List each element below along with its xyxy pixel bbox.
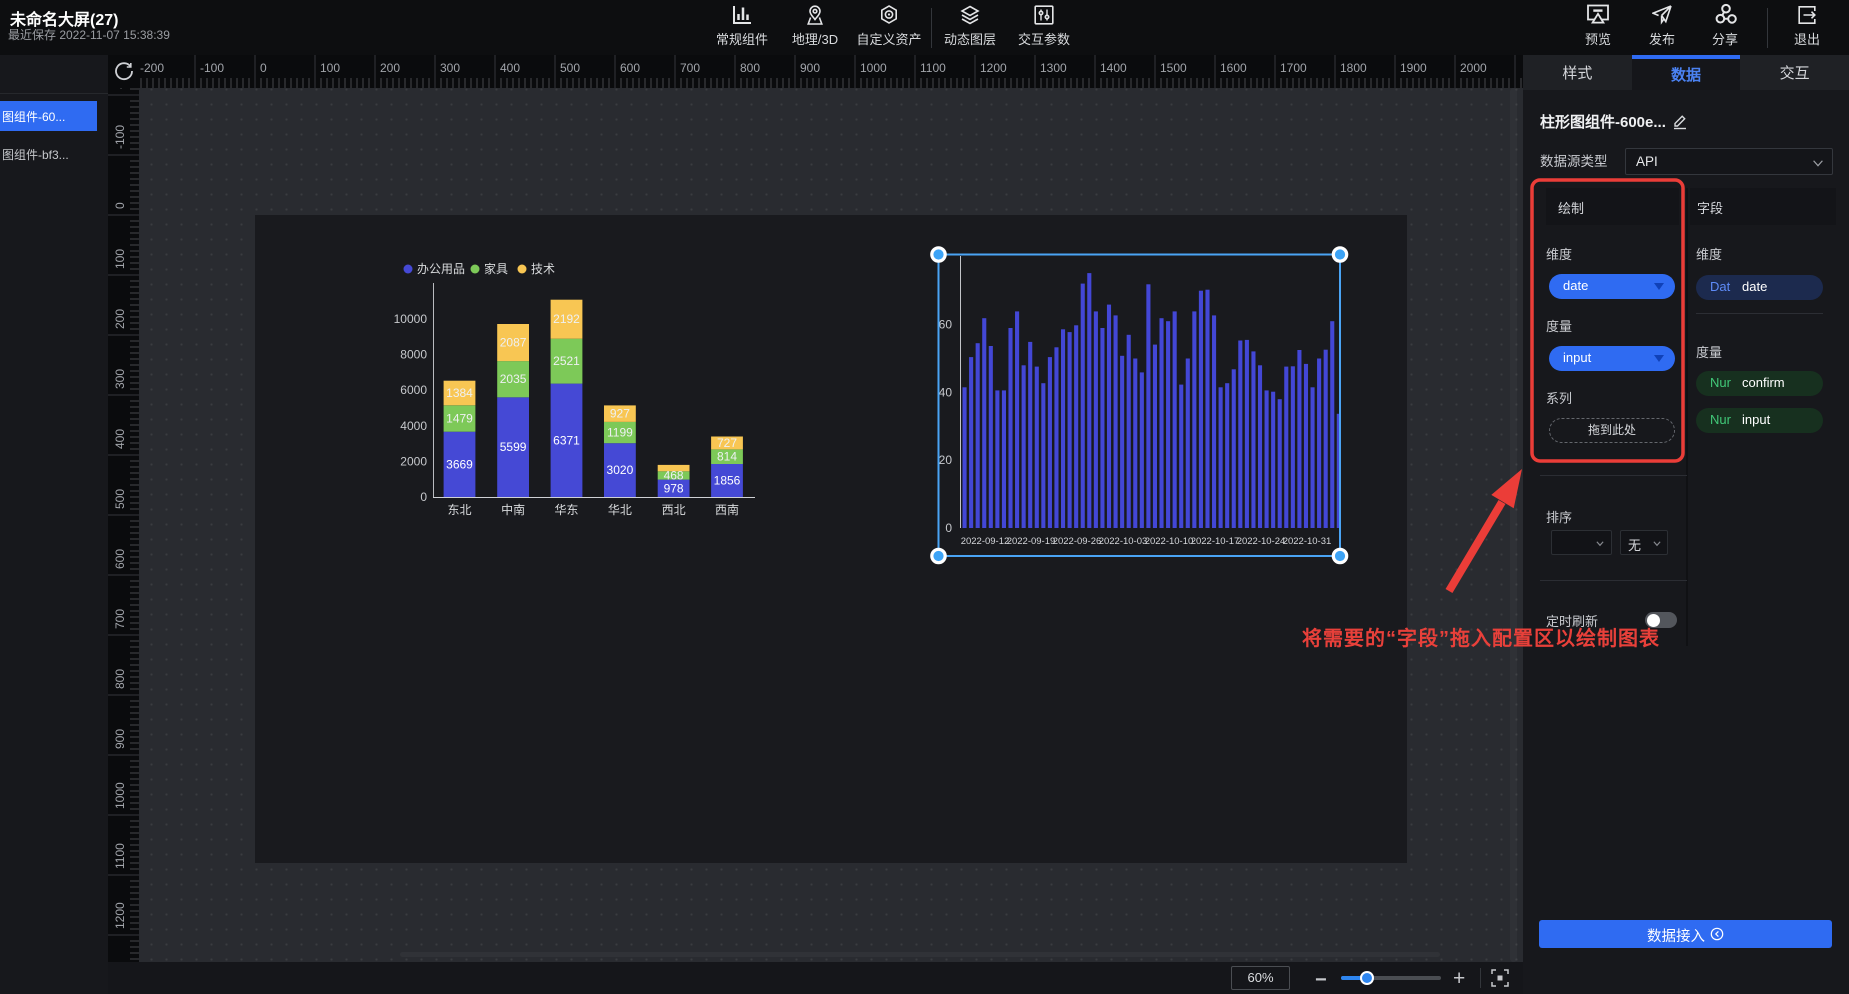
- svg-text:0: 0: [113, 202, 127, 209]
- svg-text:400: 400: [500, 61, 520, 75]
- svg-text:200: 200: [380, 61, 400, 75]
- svg-text:-100: -100: [113, 125, 127, 149]
- svg-text:800: 800: [740, 61, 760, 75]
- svg-text:1900: 1900: [1400, 61, 1427, 75]
- svg-text:1600: 1600: [1220, 61, 1247, 75]
- svg-text:700: 700: [680, 61, 700, 75]
- svg-text:800: 800: [113, 669, 127, 689]
- svg-text:0: 0: [260, 61, 267, 75]
- svg-text:300: 300: [440, 61, 460, 75]
- svg-text:1100: 1100: [920, 61, 946, 75]
- svg-text:500: 500: [113, 489, 127, 509]
- svg-text:1200: 1200: [980, 61, 1007, 75]
- svg-text:1400: 1400: [1100, 61, 1127, 75]
- svg-text:1000: 1000: [113, 782, 127, 809]
- svg-text:1800: 1800: [1340, 61, 1367, 75]
- svg-text:1500: 1500: [1160, 61, 1187, 75]
- svg-text:-200: -200: [113, 88, 127, 89]
- svg-text:700: 700: [113, 609, 127, 629]
- svg-text:100: 100: [113, 249, 127, 269]
- svg-text:1100: 1100: [113, 843, 127, 869]
- svg-text:1300: 1300: [1040, 61, 1067, 75]
- svg-text:300: 300: [113, 369, 127, 389]
- svg-text:-100: -100: [200, 61, 224, 75]
- svg-text:500: 500: [560, 61, 580, 75]
- svg-text:1700: 1700: [1280, 61, 1307, 75]
- svg-text:100: 100: [320, 61, 340, 75]
- svg-text:400: 400: [113, 429, 127, 449]
- svg-text:1000: 1000: [860, 61, 887, 75]
- svg-text:200: 200: [113, 309, 127, 329]
- svg-text:2000: 2000: [1460, 61, 1487, 75]
- svg-text:-200: -200: [140, 61, 164, 75]
- svg-text:600: 600: [113, 549, 127, 569]
- svg-text:600: 600: [620, 61, 640, 75]
- svg-text:900: 900: [113, 729, 127, 749]
- svg-text:900: 900: [800, 61, 820, 75]
- svg-text:1200: 1200: [113, 902, 127, 929]
